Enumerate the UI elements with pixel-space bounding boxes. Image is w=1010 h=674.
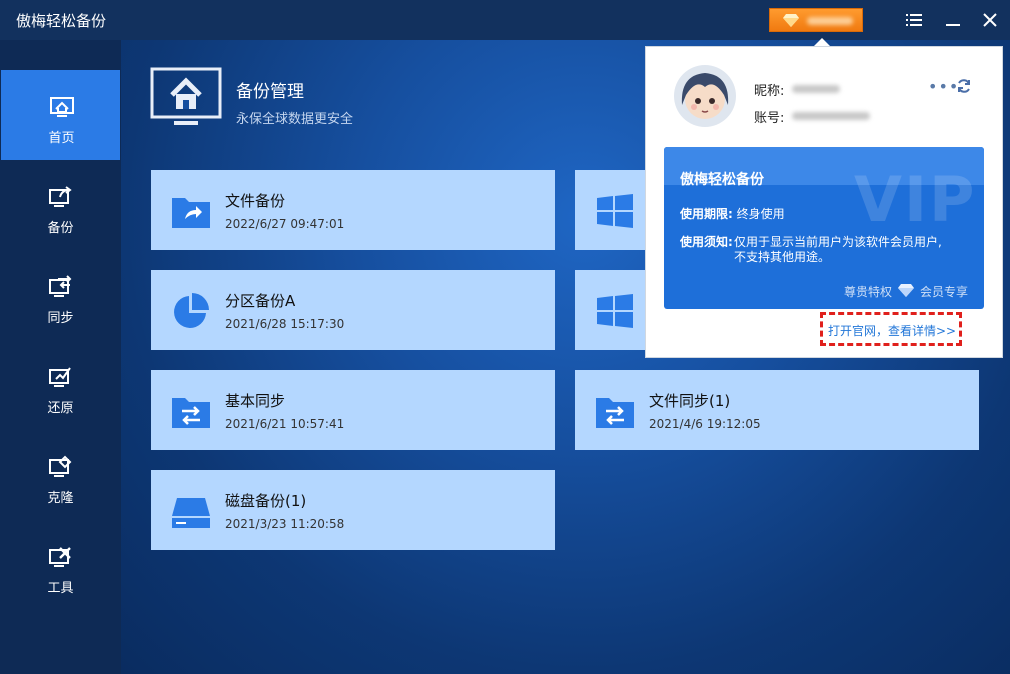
sidebar-item-label: 工具 [47,581,74,596]
minimize-icon [946,24,960,26]
list-icon [906,14,922,26]
sidebar-item-label: 还原 [47,401,74,416]
task-card-disk-backup[interactable]: 磁盘备份(1) 2021/3/23 11:20:58 [151,470,555,550]
vip-period: 使用期限: 终身使用 [680,207,785,222]
task-card-file-sync[interactable]: 文件同步(1) 2021/4/6 19:12:05 [575,370,979,450]
backup-icon [49,186,72,207]
restore-icon [49,367,71,387]
avatar [674,65,736,127]
page-subtitle: 永保全球数据更安全 [236,112,354,127]
task-time: 2021/6/28 15:17:30 [225,317,345,331]
sidebar-item-backup[interactable]: 备份 [0,160,121,250]
clone-icon [49,455,72,477]
folder-share-icon [172,198,210,228]
menu-button[interactable] [904,10,924,30]
task-title: 磁盘备份(1) [225,492,307,510]
sidebar-item-tools[interactable]: 工具 [0,520,121,610]
vip-notice: 使用须知: [680,235,733,250]
vip-period-label: 使用期限: [680,207,733,221]
vip-notice-label: 使用须知: [680,235,733,249]
close-button[interactable] [980,10,1000,30]
task-time: 2022/6/27 09:47:01 [225,217,345,231]
sidebar-item-label: 克隆 [47,491,74,506]
task-time: 2021/3/23 11:20:58 [225,517,345,531]
task-time: 2021/4/6 19:12:05 [649,417,761,431]
upgrade-label-blurred [807,17,853,25]
folder-sync-icon [596,398,634,428]
page-title: 备份管理 [236,82,304,102]
windows-icon [597,194,633,228]
vip-privilege: 尊贵特权 [844,285,893,299]
account-value-blurred [792,112,870,120]
app-title: 傲梅轻松备份 [16,12,107,30]
account-label: 账号: [754,111,785,126]
sidebar: 首页 备份 同步 还原 克隆 工具 [0,40,121,674]
minimize-button[interactable] [943,10,963,30]
pie-chart-icon [174,293,209,328]
task-title: 分区备份A [225,292,296,310]
disk-icon [172,498,210,528]
task-time: 2021/6/21 10:57:41 [225,417,345,431]
windows-icon [597,294,633,328]
sidebar-item-label: 同步 [47,311,74,326]
task-title: 基本同步 [225,392,286,410]
task-title: 文件同步(1) [649,392,731,410]
more-icon[interactable]: ••• [928,77,959,96]
task-card-file-backup[interactable]: 文件备份 2022/6/27 09:47:01 [151,170,555,250]
tools-icon [49,547,71,567]
close-icon [983,13,997,27]
title-bar: 傲梅轻松备份 [0,0,1010,40]
task-card-basic-sync[interactable]: 基本同步 2021/6/21 10:57:41 [151,370,555,450]
vip-product-name: 傲梅轻松备份 [680,172,764,188]
highlight-box [820,312,962,346]
home-icon [50,97,74,117]
sidebar-item-restore[interactable]: 还原 [0,340,121,430]
diamond-icon [898,284,914,297]
diamond-icon [783,14,799,27]
vip-notice-value: 仅用于显示当前用户为该软件会员用户,不支持其他用途。 [734,235,942,264]
monitor-home-icon [150,67,222,125]
nickname-value-blurred [792,85,840,93]
folder-sync-icon [172,398,210,428]
sidebar-item-label: 备份 [47,221,74,236]
sidebar-item-label: 首页 [48,131,75,146]
sidebar-item-sync[interactable]: 同步 [0,250,121,340]
vip-period-value: 终身使用 [736,207,785,221]
vip-exclusive: 会员专享 [920,285,969,299]
sidebar-item-home[interactable]: 首页 [1,70,120,160]
upgrade-vip-button[interactable] [769,8,863,32]
task-title: 文件备份 [225,192,286,210]
nickname-label: 昵称: [754,84,785,99]
sidebar-item-clone[interactable]: 克隆 [0,430,121,520]
sync-icon [49,275,72,297]
refresh-icon[interactable] [956,78,972,94]
vip-watermark: VIP [854,163,977,236]
vip-card: VIP 傲梅轻松备份 使用期限: 终身使用 使用须知: 仅用于显示当前用户为该软… [664,147,984,309]
task-card-partition-backup[interactable]: 分区备份A 2021/6/28 15:17:30 [151,270,555,350]
